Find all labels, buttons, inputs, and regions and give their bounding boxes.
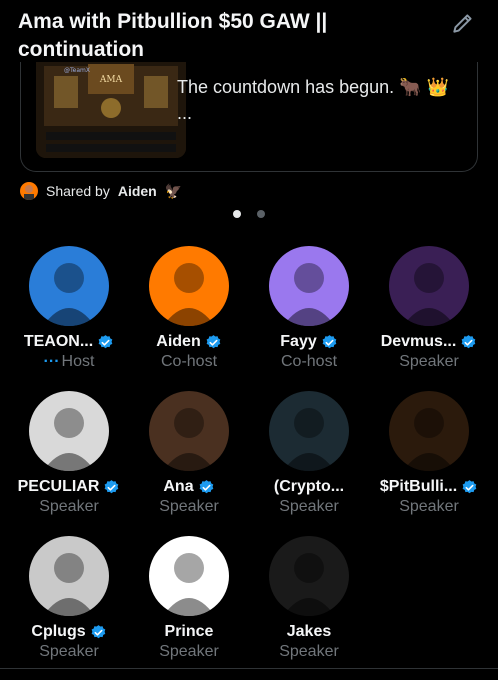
participant-name-row: TEAON... [10,332,128,352]
participant-name: (Crypto... [273,478,345,495]
shared-by-row: Shared by Aiden 🦅 [20,182,182,200]
participant-role: Speaker [159,643,219,660]
divider [0,668,498,669]
avatar [149,246,229,326]
participant-name-row: Aiden [130,332,248,352]
participant-role: Speaker [399,353,459,370]
participant-name-row: PECULIAR [10,477,128,497]
avatar [389,391,469,471]
participant-name: Jakes [286,623,332,640]
participant-role: Speaker [399,498,459,515]
post-text: The countdown has begun. 🐂 👑 ... [177,77,449,123]
participant-role-row: Co-host [130,352,248,372]
participant-name-row: Devmus... [370,332,488,352]
participant-name-row: Fayy [250,332,368,352]
participant-role: Speaker [279,498,339,515]
avatar [20,182,38,200]
participant-name: Prince [164,623,214,640]
edit-button[interactable] [450,10,476,36]
verified-badge-icon [97,334,114,351]
participant-name: $PitBulli... [379,478,458,495]
avatar [269,536,349,616]
space-header: Ama with Pitbullion $50 GAW || continuat… [18,8,438,64]
avatar [269,246,349,326]
verified-badge-icon [103,479,120,496]
participant-4[interactable]: Devmus... Speaker [370,246,488,372]
verified-badge-icon [321,334,338,351]
participant-role: Co-host [280,353,338,370]
participant-role-row: Speaker [250,642,368,662]
participant-name: Cplugs [31,623,86,640]
verified-badge-icon [90,624,107,641]
verified-badge-icon [461,479,478,496]
shared-by-prefix: Shared by [46,183,110,199]
participant-11[interactable]: Jakes Speaker [250,536,368,662]
participant-role: Speaker [39,498,99,515]
participant-role: Speaker [279,643,339,660]
participant-7[interactable]: (Crypto... Speaker [250,391,368,517]
participant-name-row: Prince [130,622,248,642]
participant-role: Speaker [39,643,99,660]
participant-role-row: Speaker [130,497,248,517]
participant-name: Devmus... [380,333,457,350]
avatar [149,536,229,616]
shared-post-card[interactable]: AMA @TeamX The countdown has begun. 🐂 👑 … [20,62,478,172]
post-thumbnail: AMA @TeamX [36,62,186,158]
participant-name-row: Jakes [250,622,368,642]
participant-5[interactable]: PECULIAR Speaker [10,391,128,517]
avatar [29,536,109,616]
avatar [29,246,109,326]
pager-dots [0,210,498,218]
participant-name: Aiden [156,333,201,350]
shared-by-name[interactable]: Aiden [118,183,157,199]
pencil-icon [453,14,472,33]
participant-role-row: Speaker [130,642,248,662]
participant-name-row: (Crypto... [250,477,368,497]
participant-role-row: Speaker [250,497,368,517]
participant-name: TEAON... [23,333,94,350]
participant-8[interactable]: $PitBulli... Speaker [370,391,488,517]
participant-role-row: Speaker [10,497,128,517]
verified-badge-icon [198,479,215,496]
verified-badge-icon [205,334,222,351]
svg-text:AMA: AMA [99,75,123,85]
participant-1[interactable]: TEAON... ··· Host [10,246,128,372]
verified-badge-icon [460,334,477,351]
participant-name-row: Ana [130,477,248,497]
participant-name: Fayy [280,333,317,350]
participant-name: Ana [163,478,194,495]
participant-2[interactable]: Aiden Co-host [130,246,248,372]
participant-role-row: Co-host [250,352,368,372]
participant-name-row: $PitBulli... [370,477,488,497]
avatar [389,246,469,326]
participant-role: Co-host [160,353,218,370]
participant-10[interactable]: Prince Speaker [130,536,248,662]
shared-by-emoji: 🦅 [164,182,183,199]
participant-6[interactable]: Ana Speaker [130,391,248,517]
participant-role-row: Speaker [370,497,488,517]
pager-dot[interactable] [257,210,265,218]
participant-name: PECULIAR [17,478,100,495]
participant-role: Host [61,353,95,370]
space-title: Ama with Pitbullion $50 GAW || continuat… [18,10,328,61]
participant-3[interactable]: Fayy Co-host [250,246,368,372]
svg-text:@TeamX: @TeamX [64,67,90,74]
participant-role-row: Speaker [370,352,488,372]
participant-role-row: Speaker [10,642,128,662]
participant-name-row: Cplugs [10,622,128,642]
pager-dot[interactable] [233,210,241,218]
avatar [149,391,229,471]
speaking-indicator-icon: ··· [43,353,60,370]
participant-9[interactable]: Cplugs Speaker [10,536,128,662]
participant-role-row: ··· Host [10,352,128,372]
participant-role: Speaker [159,498,219,515]
avatar [269,391,349,471]
avatar [29,391,109,471]
